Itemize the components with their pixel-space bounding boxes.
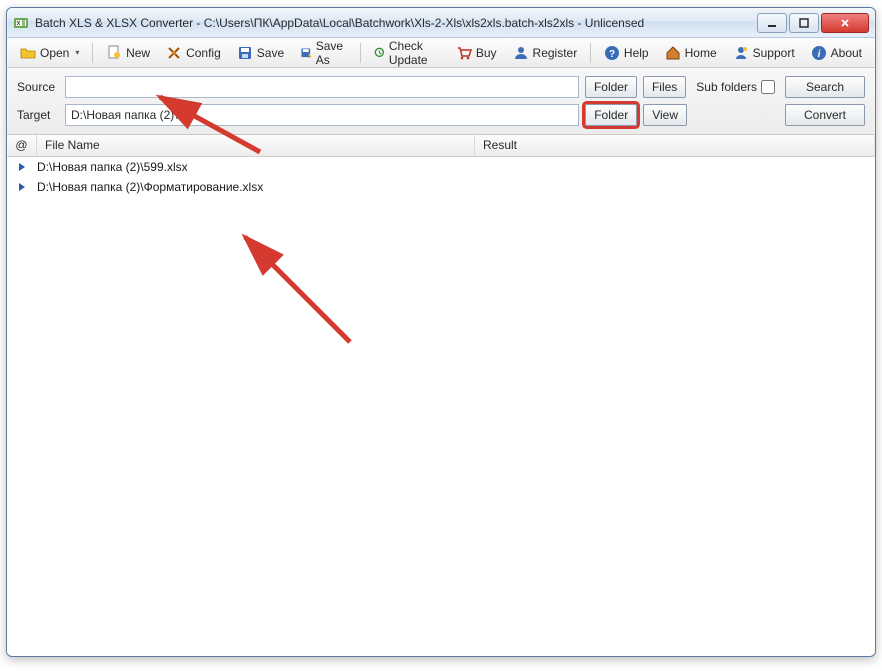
titlebar: Batch XLS & XLSX Converter - C:\Users\ПК… [7,8,875,38]
play-icon [11,182,33,192]
register-button[interactable]: Register [506,41,585,65]
column-cmd[interactable]: @ [7,135,37,156]
user-icon [513,45,529,61]
target-input[interactable] [65,104,579,126]
new-button[interactable]: New [99,41,157,65]
new-file-icon [106,45,122,61]
paths-panel: Source Folder Files Sub folders Search T… [7,68,875,135]
open-button[interactable]: Open▾ [13,41,86,65]
source-label: Source [17,80,59,94]
save-as-icon [300,45,312,61]
sub-folders-checkbox[interactable]: Sub folders [696,80,775,94]
config-button[interactable]: Config [159,41,228,65]
home-button[interactable]: Home [658,41,724,65]
maximize-button[interactable] [789,13,819,33]
list-header: @ File Name Result [7,135,875,157]
window-title: Batch XLS & XLSX Converter - C:\Users\ПК… [35,16,757,30]
check-update-button[interactable]: Check Update [367,35,447,71]
config-icon [166,45,182,61]
save-as-button[interactable]: Save As [293,35,354,71]
svg-text:i: i [817,49,820,60]
target-view-button[interactable]: View [643,104,687,126]
play-icon [11,162,33,172]
table-row[interactable]: D:\Новая папка (2)\599.xlsx [7,157,875,177]
column-filename[interactable]: File Name [37,135,475,156]
support-button[interactable]: Support [726,41,802,65]
save-button[interactable]: Save [230,41,291,65]
source-files-button[interactable]: Files [643,76,686,98]
toolbar: Open▾ New Config Save Save As Check Upda… [7,38,875,68]
info-icon: i [811,45,827,61]
search-button[interactable]: Search [785,76,865,98]
separator [92,43,93,63]
folder-open-icon [20,45,36,61]
close-button[interactable] [821,13,869,33]
support-icon [733,45,749,61]
home-icon [665,45,681,61]
cart-icon [456,45,472,61]
target-label: Target [17,108,59,122]
file-name: D:\Новая папка (2)\599.xlsx [33,160,471,174]
app-icon [13,15,29,31]
column-result[interactable]: Result [475,135,875,156]
buy-button[interactable]: Buy [449,41,504,65]
save-icon [237,45,253,61]
source-input[interactable] [65,76,579,98]
svg-text:?: ? [609,49,615,60]
update-icon [374,45,385,61]
help-icon: ? [604,45,620,61]
minimize-button[interactable] [757,13,787,33]
convert-button[interactable]: Convert [785,104,865,126]
source-folder-button[interactable]: Folder [585,76,637,98]
target-folder-button[interactable]: Folder [585,104,637,126]
about-button[interactable]: i About [804,41,869,65]
file-list: @ File Name Result D:\Новая папка (2)\59… [7,135,875,653]
chevron-down-icon: ▾ [75,48,79,57]
table-row[interactable]: D:\Новая папка (2)\Форматирование.xlsx [7,177,875,197]
file-name: D:\Новая папка (2)\Форматирование.xlsx [33,180,471,194]
separator [360,43,361,63]
help-button[interactable]: ? Help [597,41,656,65]
separator [590,43,591,63]
